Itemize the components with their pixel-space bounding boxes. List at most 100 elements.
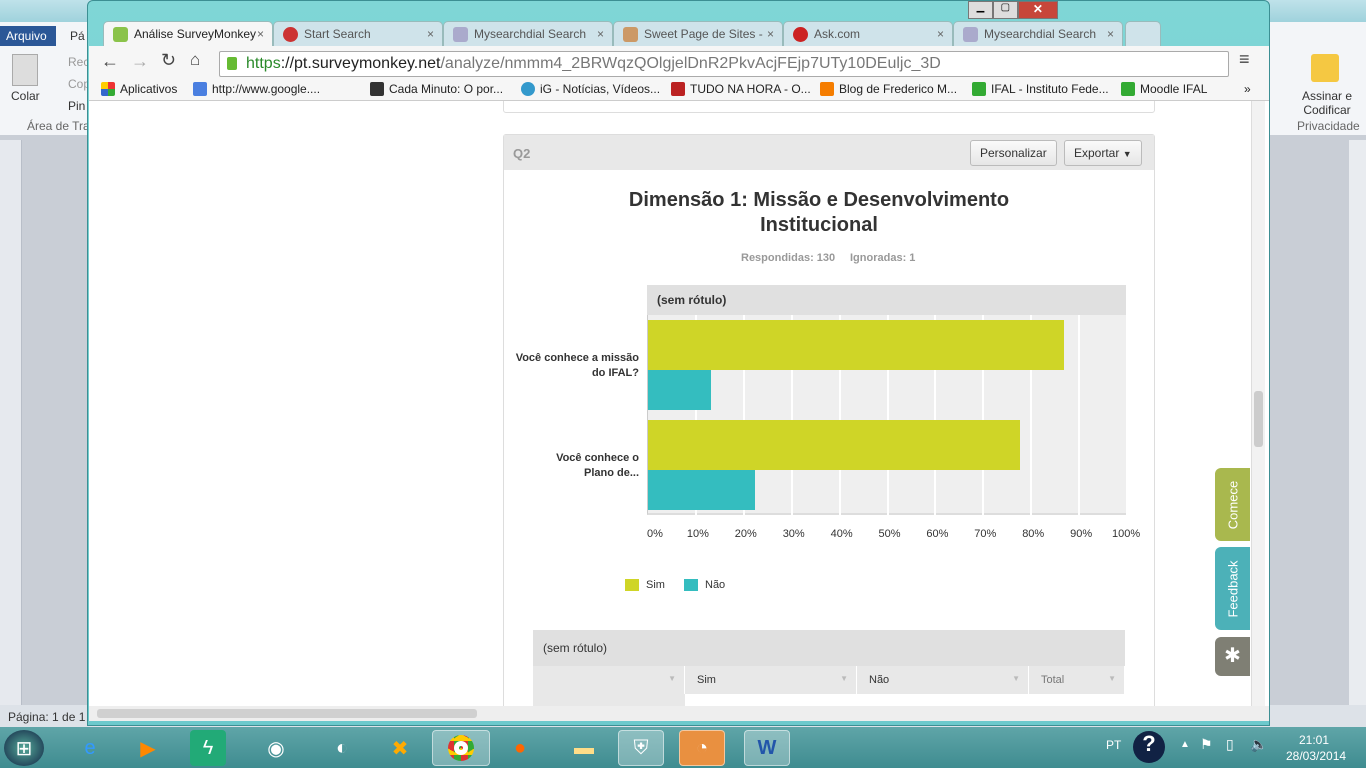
reload-icon[interactable]: ↻: [161, 50, 176, 71]
sort-arrow-icon[interactable]: ▼: [1012, 674, 1020, 683]
x-tick-label: 20%: [734, 528, 757, 540]
question-id: Q2: [513, 146, 531, 161]
bookmark-blog[interactable]: Blog de Frederico M...: [820, 82, 957, 96]
close-tab-icon[interactable]: ×: [427, 27, 434, 41]
close-tab-icon[interactable]: ×: [597, 27, 604, 41]
new-tab-button[interactable]: [1125, 21, 1161, 47]
chrome-icon[interactable]: [432, 730, 490, 766]
legend-label: Sim: [646, 579, 665, 591]
forward-icon[interactable]: →: [131, 51, 149, 72]
tab-start-search[interactable]: Start Search ×: [273, 21, 443, 47]
bar-no-1[interactable]: [648, 370, 711, 410]
bookmark-google[interactable]: http://www.google....: [193, 82, 320, 96]
wifi-icon[interactable]: ◉: [252, 730, 300, 766]
start-label: Comece: [1225, 480, 1240, 529]
sign-encode-button[interactable]: Assinar e Codificar: [1297, 89, 1357, 117]
language-indicator[interactable]: PT: [1106, 738, 1121, 752]
home-icon[interactable]: ⌂: [190, 50, 200, 70]
bar-sim-1[interactable]: [648, 320, 1065, 370]
export-button[interactable]: Exportar ▼: [1064, 140, 1142, 166]
tab-mysearchdial[interactable]: Mysearchdial Search ×: [443, 21, 613, 47]
word-file-tab[interactable]: Arquivo: [0, 26, 56, 46]
x-tick-label: 40%: [830, 528, 853, 540]
minimize-button[interactable]: ▁: [968, 1, 993, 19]
media-player-icon[interactable]: ▶: [124, 730, 172, 766]
legend-label: Não: [705, 579, 726, 591]
address-bar[interactable]: https://pt.surveymonkey.net/analyze/nmmm…: [219, 51, 1229, 77]
back-icon[interactable]: ←: [101, 51, 119, 72]
table-column-total[interactable]: Total ▼: [1029, 666, 1125, 694]
bookmark-apps[interactable]: Aplicativos: [101, 82, 177, 96]
tudo-na-hora-icon: [671, 82, 685, 96]
clock[interactable]: 21:01 28/03/2014: [1286, 732, 1347, 764]
bug-report-icon[interactable]: ✱: [1215, 637, 1250, 676]
magnifier-icon: [453, 27, 468, 42]
maximize-button[interactable]: ▢: [992, 1, 1018, 19]
bookmark-label: Cada Minuto: O por...: [389, 82, 504, 96]
word-icon[interactable]: W: [744, 730, 790, 766]
sort-arrow-icon[interactable]: ▼: [1108, 674, 1116, 683]
word-vertical-scrollbar[interactable]: [1349, 140, 1366, 705]
help-icon[interactable]: ?: [1133, 731, 1165, 763]
bar-no-2[interactable]: [648, 470, 755, 510]
tab-sweet-page[interactable]: Sweet Page de Sites - ×: [613, 21, 783, 47]
bookmark-label: Moodle IFAL: [1140, 82, 1208, 96]
close-tab-icon[interactable]: ×: [937, 27, 944, 41]
x-tick-label: 0%: [647, 528, 663, 540]
speedtest-icon[interactable]: ϟ: [190, 730, 226, 766]
tools-icon[interactable]: ✖: [376, 730, 424, 766]
bookmark-ig[interactable]: iG - Notícias, Vídeos...: [521, 82, 660, 96]
close-tab-icon[interactable]: ×: [257, 27, 264, 41]
tab-label: Start Search: [304, 27, 371, 41]
table-column-header[interactable]: ▼: [533, 666, 685, 694]
table-column-nao[interactable]: Não ▼: [857, 666, 1029, 694]
tab-label: Mysearchdial Search: [474, 27, 587, 41]
close-tab-icon[interactable]: ×: [767, 27, 774, 41]
action-center-flag-icon[interactable]: ⚑: [1200, 736, 1213, 753]
tab-mysearchdial-2[interactable]: Mysearchdial Search ×: [953, 21, 1123, 47]
scrollbar-thumb[interactable]: [97, 709, 477, 718]
date: 28/03/2014: [1286, 749, 1347, 763]
show-hidden-icons[interactable]: ▲: [1180, 739, 1190, 750]
volume-icon[interactable]: 🔈: [1250, 736, 1267, 753]
tab-surveymonkey[interactable]: Análise SurveyMonkey ×: [103, 21, 273, 47]
start-button[interactable]: ⊞: [4, 730, 44, 766]
speed-gauge-icon[interactable]: ◔: [679, 730, 725, 766]
bookmark-tudo-na-hora[interactable]: TUDO NA HORA - O...: [671, 82, 811, 96]
chart-title: Dimensão 1: Missão e Desenvolvimento Ins…: [628, 189, 1010, 236]
tab-label: Sweet Page de Sites -: [644, 27, 763, 41]
firefox-icon[interactable]: ●: [496, 730, 544, 766]
table-column-sim[interactable]: Sim ▼: [685, 666, 857, 694]
format-painter-button[interactable]: Pin: [68, 99, 85, 113]
page-vertical-scrollbar[interactable]: [1251, 101, 1265, 706]
menu-icon[interactable]: ≡: [1239, 49, 1250, 70]
sort-arrow-icon[interactable]: ▼: [840, 674, 848, 683]
bookmark-moodle[interactable]: Moodle IFAL: [1121, 82, 1207, 96]
close-tab-icon[interactable]: ×: [1107, 27, 1114, 41]
internet-explorer-icon[interactable]: e: [66, 730, 114, 766]
taskbar: ⊞ e ▶ ϟ ◉ ◐ ✖ ● ▬ ⛨ ◔ W PT ? ▲ ⚑ ▯ 🔈 21:…: [0, 727, 1366, 768]
page-horizontal-scrollbar[interactable]: [89, 706, 1269, 721]
tab-ask[interactable]: Ask.com ×: [783, 21, 953, 47]
customize-button[interactable]: Personalizar: [970, 140, 1057, 166]
bookmark-ifal[interactable]: IFAL - Instituto Fede...: [972, 82, 1109, 96]
bar-sim-2[interactable]: [648, 420, 1021, 470]
scrollbar-thumb[interactable]: [1254, 391, 1263, 447]
bookmark-label: IFAL - Instituto Fede...: [991, 82, 1109, 96]
more-bookmarks-icon[interactable]: »: [1244, 82, 1251, 96]
feedback-side-tab[interactable]: Feedback: [1215, 547, 1250, 630]
sign-encode-icon: [1311, 54, 1339, 82]
sort-arrow-icon[interactable]: ▼: [668, 674, 676, 683]
category-label: Você conhece o Plano de...: [556, 452, 639, 479]
x-tick-label: 100%: [1112, 528, 1141, 540]
file-explorer-icon[interactable]: ▬: [560, 730, 608, 766]
close-button[interactable]: ✕: [1017, 1, 1058, 19]
bookmark-cada-minuto[interactable]: Cada Minuto: O por...: [370, 82, 503, 96]
paste-button[interactable]: Colar: [11, 89, 40, 103]
battery-icon[interactable]: ▯: [1226, 736, 1234, 753]
start-side-tab[interactable]: Comece: [1215, 468, 1250, 541]
word-home-tab[interactable]: Pá: [70, 29, 85, 43]
chart-plot-area: [647, 315, 1126, 515]
installer-icon[interactable]: ◐: [318, 730, 366, 766]
security-shield-icon[interactable]: ⛨: [618, 730, 664, 766]
